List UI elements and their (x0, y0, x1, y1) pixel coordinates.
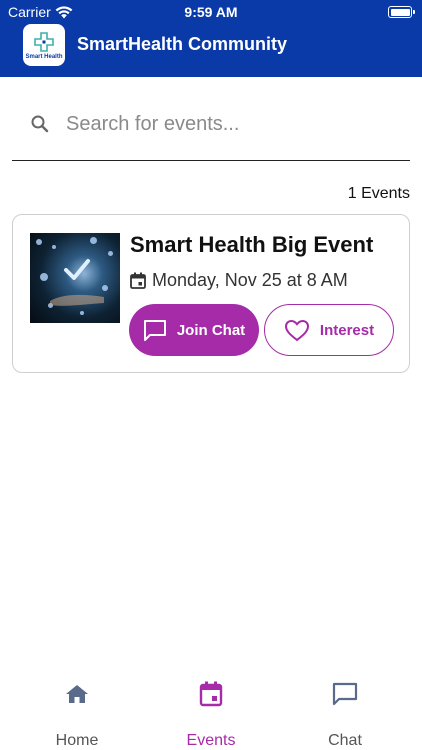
status-time: 9:59 AM (184, 4, 238, 20)
event-image (30, 233, 120, 323)
heart-icon (284, 319, 309, 341)
checkmark-icon (64, 259, 90, 280)
search-input[interactable] (66, 110, 396, 138)
tab-events-label: Events (186, 732, 236, 749)
battery-icon (388, 6, 415, 18)
events-count: 1 Events (347, 185, 410, 202)
search-bar (12, 100, 410, 161)
app-header: Carrier 9:59 AM Smart Health SmartHealth… (0, 0, 422, 77)
calendar-icon (130, 272, 146, 289)
interest-button[interactable]: Interest (264, 304, 394, 356)
tab-chat[interactable]: Chat (275, 668, 415, 750)
join-chat-button[interactable]: Join Chat (129, 304, 259, 356)
bottom-nav: Home Events Chat (0, 668, 422, 750)
join-chat-label: Join Chat (176, 321, 246, 339)
event-date: Monday, Nov 25 at 8 AM (152, 270, 348, 290)
event-date-row: Monday, Nov 25 at 8 AM (130, 270, 348, 291)
logo-text: Smart Health (25, 53, 63, 60)
tab-chat-label: Chat (328, 732, 362, 749)
app-logo: Smart Health (23, 24, 65, 66)
tab-events[interactable]: Events (141, 668, 281, 750)
calendar-icon (199, 681, 223, 707)
event-title: Smart Health Big Event (130, 232, 374, 257)
search-icon (31, 115, 49, 133)
hand-icon (50, 294, 104, 306)
status-bar: Carrier 9:59 AM (0, 0, 422, 24)
tab-home[interactable]: Home (7, 668, 147, 750)
chat-icon (332, 682, 358, 706)
app-title: SmartHealth Community (77, 34, 288, 54)
medical-cross-icon (34, 31, 54, 52)
app-bar: Smart Health SmartHealth Community (0, 24, 422, 70)
home-icon (66, 685, 88, 703)
interest-label: Interest (319, 321, 375, 339)
chat-icon (143, 320, 166, 341)
tab-home-label: Home (55, 732, 99, 749)
event-card[interactable]: Smart Health Big Event Monday, Nov 25 at… (12, 214, 410, 373)
